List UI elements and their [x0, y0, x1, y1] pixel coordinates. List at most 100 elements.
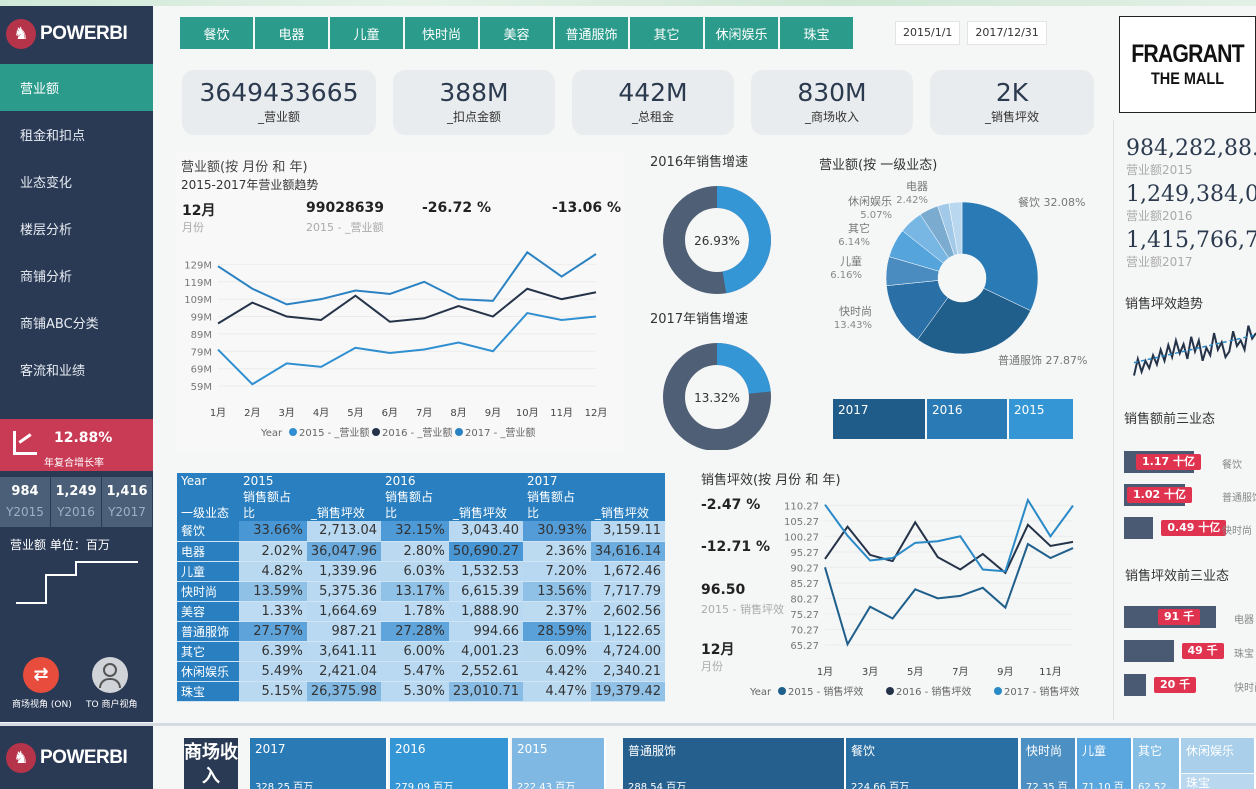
sidebar-item[interactable]: 客流和业绩 [0, 346, 153, 393]
x-tick-label: 3月 [279, 407, 295, 419]
year-card: 1,249Y2016 [51, 477, 102, 527]
pie-label: 普通服饰 27.87% [998, 353, 1087, 367]
corner-category: 一级业态 [177, 489, 239, 521]
legend-label: 2016 - 销售坪效 [896, 685, 971, 698]
legend-marker [289, 428, 297, 436]
treemap-year-cell[interactable]: 2016279.09 百万 [390, 738, 510, 789]
table-cell: 27.28% [381, 621, 449, 641]
sidebar-item[interactable]: 商铺ABC分类 [0, 299, 153, 346]
y-tick-label: 95.27 [790, 548, 819, 559]
treemap-category-cell[interactable]: 儿童71.10 百.. [1077, 738, 1133, 789]
year-slicer-item[interactable]: 2015 [1009, 399, 1073, 439]
pct-change-1: -26.72 % [422, 200, 491, 216]
kpi-card: 388M_扣点金额 [393, 70, 555, 135]
y-tick-label: 80.27 [790, 594, 819, 605]
pie-label: 电器 [906, 180, 928, 193]
tab-category[interactable]: 美容 [480, 17, 553, 49]
top-bar-label: 电器 [1234, 611, 1254, 626]
y-tick-label: 99M [191, 313, 212, 324]
category-matrix-table: Year201520162017一级业态销售额占比_销售坪效销售额占比_销售坪效… [177, 473, 665, 702]
revenue-chart-subtitle: 2015-2017年营业额趋势 [181, 176, 318, 193]
row-header: 其它 [177, 641, 239, 661]
tab-category[interactable]: 休闲娱乐 [705, 17, 778, 49]
x-tick-label: 7月 [952, 666, 968, 678]
giraffe-icon: ♞ [6, 743, 36, 773]
sidebar-item[interactable]: 商铺分析 [0, 252, 153, 299]
table-cell: 6.03% [381, 561, 449, 581]
treemap-category-cell[interactable]: 普通服饰288.54 百万 [623, 738, 846, 789]
end-date-input[interactable]: 2017/12/31 [967, 21, 1046, 45]
treemap-year-cell[interactable]: 2017328.25 百万 [250, 738, 388, 789]
tab-category[interactable]: 电器 [255, 17, 328, 49]
table-cell: 3,043.40 [449, 521, 523, 541]
x-tick-label: 8月 [450, 407, 466, 419]
total-label: 营业额2017 [1126, 253, 1256, 270]
table-cell: 13.17% [381, 581, 449, 601]
sidebar-item[interactable]: 营业额 [0, 64, 153, 111]
mall-view-button[interactable]: ⇄ [23, 657, 59, 693]
y-tick-label: 119M [184, 278, 212, 289]
top-bar-value: 0.49 十亿 [1161, 520, 1226, 536]
x-tick-label: 3月 [862, 666, 878, 678]
year-slicer-item[interactable]: 2017 [833, 399, 925, 439]
table-cell: 5.30% [381, 681, 449, 701]
table-cell: 26,375.98 [307, 681, 381, 701]
x-tick-label: 11月 [1039, 666, 1062, 678]
table-row: 休闲娱乐5.49%2,421.045.47%2,552.614.42%2,340… [177, 661, 665, 681]
treemap-year-cell[interactable]: 2015222.43 百万 [512, 738, 606, 789]
x-tick-label: 11月 [550, 407, 573, 419]
treemap-category-cell[interactable]: 其它62.52.. [1133, 738, 1181, 789]
table-cell: 6.09% [523, 641, 591, 661]
table-cell: 28.59% [523, 621, 591, 641]
tab-category[interactable]: 其它 [630, 17, 703, 49]
legend-marker [372, 428, 380, 436]
tab-category[interactable]: 快时尚 [405, 17, 478, 49]
pie-slice[interactable] [962, 202, 1038, 311]
table-cell: 5.15% [239, 681, 307, 701]
table-cell: 3,159.11 [591, 521, 665, 541]
sidebar-item[interactable]: 业态变化 [0, 158, 153, 205]
treemap-category-cell[interactable]: 珠宝 [1181, 774, 1256, 789]
kpi-card: 3649433665_营业额 [182, 70, 376, 135]
logo-text: POWERBI [40, 23, 127, 45]
x-tick-label: 9月 [485, 407, 501, 419]
treemap-category-cell[interactable]: 餐饮224.66 百万 [846, 738, 1020, 789]
sidebar-item[interactable]: 楼层分析 [0, 205, 153, 252]
kpi-card: 2K_销售坪效 [930, 70, 1094, 135]
pct-change-2: -13.06 % [552, 200, 621, 216]
y-tick-label: 129M [184, 260, 212, 271]
tab-category[interactable]: 儿童 [330, 17, 403, 49]
kpi-row: 3649433665_营业额 388M_扣点金额 442M_总租金 830M_商… [182, 70, 1094, 135]
treemap-category-cell[interactable]: 快时尚72.35 百.. [1021, 738, 1077, 789]
giraffe-icon: ♞ [6, 19, 36, 49]
year-header: 2017 [523, 473, 665, 489]
efficiency-sparkline [1130, 318, 1256, 386]
col-eff-header: _销售坪效 [307, 489, 381, 521]
treemap-category-cell[interactable]: 休闲娱乐 [1181, 738, 1256, 773]
table-row: 电器2.02%36,047.962.80%50,690.272.36%34,61… [177, 541, 665, 561]
table-cell: 4,724.00 [591, 641, 665, 661]
year-slicer-item[interactable]: 2016 [927, 399, 1007, 439]
tab-category[interactable]: 普通服饰 [555, 17, 628, 49]
table-row: 珠宝5.15%26,375.985.30%23,010.714.47%19,37… [177, 681, 665, 701]
merchant-view-button[interactable] [92, 657, 128, 693]
top-bar-label: 快时尚 [1222, 522, 1252, 537]
table-cell: 23,010.71 [449, 681, 523, 701]
legend-marker [455, 428, 463, 436]
view-switch: ⇄ 商场视角 (ON) TO 商户视角 [0, 654, 153, 714]
treemap-cell-value: 71.10 百.. [1082, 778, 1130, 789]
legend-marker [994, 687, 1002, 695]
kpi-value: 388M [393, 78, 555, 107]
legend-marker [778, 687, 786, 695]
y-tick-label: 79M [191, 347, 212, 358]
start-date-input[interactable]: 2015/1/1 [895, 21, 960, 45]
tab-category[interactable]: 餐饮 [180, 17, 253, 49]
year-value: 1,249 [51, 484, 101, 499]
sidebar-item[interactable]: 租金和扣点 [0, 111, 153, 158]
series-line [825, 522, 1073, 573]
y-tick-label: 105.27 [784, 517, 819, 528]
y-tick-label: 85.27 [790, 579, 819, 590]
tab-category[interactable]: 珠宝 [780, 17, 853, 49]
pie-label: 儿童 [840, 254, 862, 268]
row-header: 快时尚 [177, 581, 239, 601]
